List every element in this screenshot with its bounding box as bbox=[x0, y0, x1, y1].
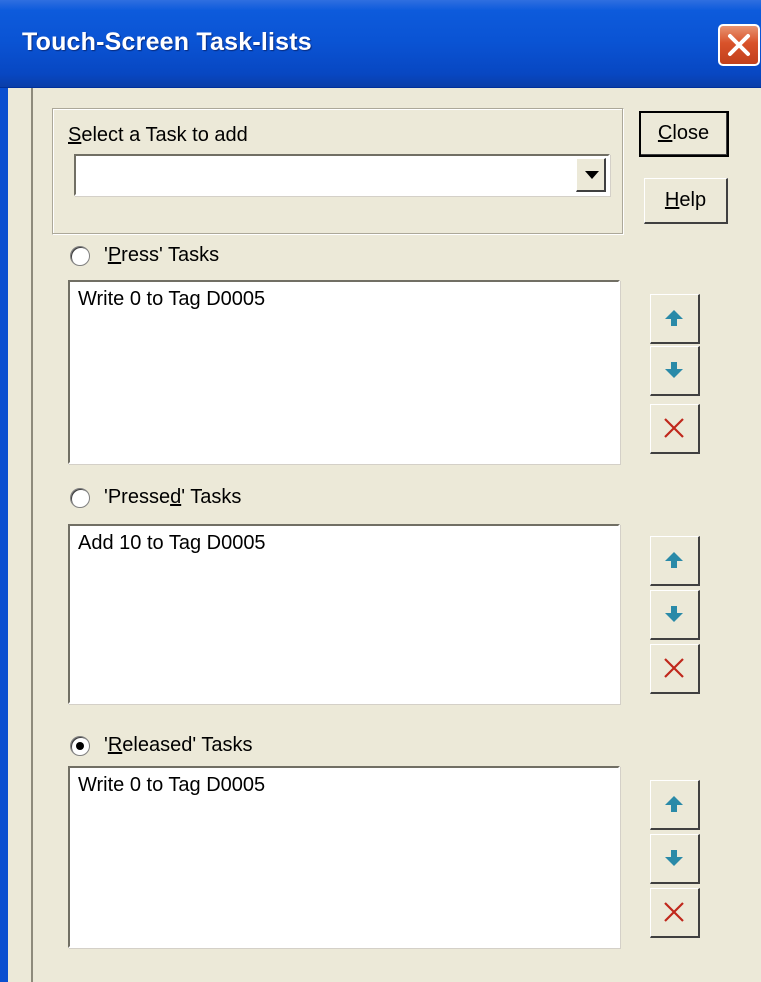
arrow-up-icon bbox=[665, 310, 683, 326]
press-delete-button[interactable] bbox=[650, 404, 700, 454]
help-button[interactable]: Help bbox=[644, 178, 728, 224]
help-label: Help bbox=[664, 189, 707, 211]
task-lists-dialog: Touch-Screen Task-lists Select a Task to… bbox=[0, 0, 761, 982]
delete-x-icon bbox=[664, 658, 684, 678]
list-item[interactable]: Write 0 to Tag D0005 bbox=[78, 774, 265, 797]
arrow-down-icon bbox=[665, 850, 683, 866]
window-title: Touch-Screen Task-lists bbox=[22, 28, 312, 56]
delete-x-icon bbox=[664, 902, 684, 922]
delete-x-icon bbox=[664, 418, 684, 438]
released-delete-button[interactable] bbox=[650, 888, 700, 938]
pressed-move-down-button[interactable] bbox=[650, 590, 700, 640]
arrow-down-icon bbox=[665, 362, 683, 378]
press-tasks-label: 'Press' Tasks bbox=[104, 244, 220, 266]
pressed-tasks-list[interactable]: Add 10 to Tag D0005 bbox=[68, 524, 620, 704]
press-move-down-button[interactable] bbox=[650, 346, 700, 396]
title-bar: Touch-Screen Task-lists bbox=[0, 0, 761, 88]
close-label: Close bbox=[657, 122, 710, 144]
released-move-up-button[interactable] bbox=[650, 780, 700, 830]
released-tasks-list[interactable]: Write 0 to Tag D0005 bbox=[68, 766, 620, 948]
released-move-down-button[interactable] bbox=[650, 834, 700, 884]
window-frame bbox=[0, 88, 8, 982]
press-tasks-radio[interactable] bbox=[70, 246, 90, 266]
list-item[interactable]: Add 10 to Tag D0005 bbox=[78, 532, 266, 555]
list-item[interactable]: Write 0 to Tag D0005 bbox=[78, 288, 265, 311]
pressed-delete-button[interactable] bbox=[650, 644, 700, 694]
press-tasks-list[interactable]: Write 0 to Tag D0005 bbox=[68, 280, 620, 464]
arrow-down-icon bbox=[665, 606, 683, 622]
close-button[interactable]: Close bbox=[639, 111, 729, 157]
pressed-tasks-label: 'Pressed' Tasks bbox=[104, 486, 242, 508]
arrow-up-icon bbox=[665, 552, 683, 568]
pressed-tasks-radio[interactable] bbox=[70, 488, 90, 508]
arrow-up-icon bbox=[665, 796, 683, 812]
window-close-button[interactable] bbox=[718, 24, 760, 66]
released-tasks-label: 'Released' Tasks bbox=[104, 734, 253, 756]
select-task-dropdown[interactable] bbox=[74, 154, 610, 196]
released-tasks-radio[interactable] bbox=[70, 736, 90, 756]
pressed-move-up-button[interactable] bbox=[650, 536, 700, 586]
select-task-label: Select a Task to add bbox=[68, 124, 248, 146]
close-icon bbox=[728, 34, 750, 56]
press-move-up-button[interactable] bbox=[650, 294, 700, 344]
chevron-down-icon bbox=[585, 171, 599, 179]
dropdown-toggle[interactable] bbox=[576, 158, 606, 192]
